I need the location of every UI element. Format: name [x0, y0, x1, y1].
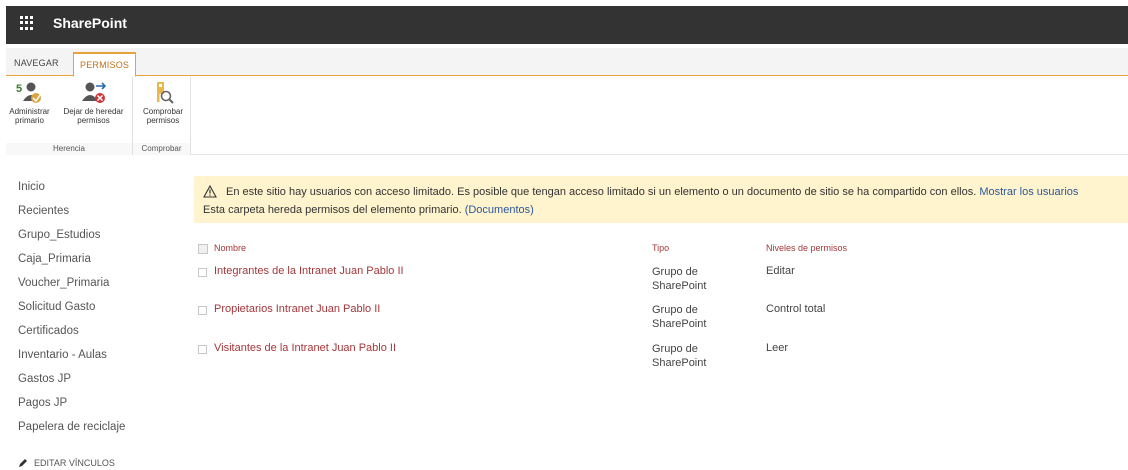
nav-item-recientes[interactable]: Recientes: [18, 204, 178, 228]
stop-inherit-button[interactable]: Dejar de heredar permisos: [55, 81, 132, 125]
edit-links-button[interactable]: EDITAR VÍNCULOS: [18, 458, 115, 468]
status-banner: En este sitio hay usuarios con acceso li…: [194, 176, 1128, 223]
pencil-icon: [19, 459, 27, 467]
check-permissions-label-1: Comprobar: [142, 107, 183, 116]
group-label-comprobar: Comprobar: [133, 143, 190, 155]
permission-level: Leer: [766, 342, 789, 354]
banner-text-2: Esta carpeta hereda permisos del element…: [203, 204, 462, 216]
nav-item-gastos-jp[interactable]: Gastos JP: [18, 372, 178, 396]
group-name-link[interactable]: Integrantes de la Intranet Juan Pablo II: [214, 265, 404, 277]
table-row[interactable]: Integrantes de la Intranet Juan Pablo II…: [198, 265, 1098, 303]
group-label-herencia: Herencia: [6, 143, 132, 155]
group-type: Grupo de SharePoint: [652, 343, 707, 369]
row-checkbox[interactable]: [198, 268, 207, 277]
banner-text-1: En este sitio hay usuarios con acceso li…: [226, 186, 977, 198]
nav-item-pagos-jp[interactable]: Pagos JP: [18, 396, 178, 420]
permission-level: Control total: [766, 303, 826, 315]
nav-item-inventario-aulas[interactable]: Inventario - Aulas: [18, 348, 178, 372]
select-all-checkbox[interactable]: [198, 244, 208, 254]
table-row[interactable]: Propietarios Intranet Juan Pablo II Grup…: [198, 303, 1098, 341]
suite-bar: SharePoint: [6, 6, 1128, 44]
nav-item-caja-primaria[interactable]: Caja_Primaria: [18, 252, 178, 276]
left-navigation: Inicio Recientes Grupo_Estudios Caja_Pri…: [18, 180, 178, 444]
brand-title[interactable]: SharePoint: [53, 15, 127, 31]
nav-item-voucher-primaria[interactable]: Voucher_Primaria: [18, 276, 178, 300]
nav-item-certificados[interactable]: Certificados: [18, 324, 178, 348]
row-checkbox[interactable]: [198, 345, 207, 354]
nav-item-grupo-estudios[interactable]: Grupo_Estudios: [18, 228, 178, 252]
svg-text:5: 5: [16, 83, 22, 95]
show-users-link[interactable]: Mostrar los usuarios: [979, 186, 1078, 198]
table-row[interactable]: Visitantes de la Intranet Juan Pablo II …: [198, 342, 1098, 380]
manage-parent-label-2: primario: [15, 116, 44, 125]
permission-level: Editar: [766, 265, 795, 277]
tab-permisos[interactable]: PERMISOS: [73, 52, 137, 77]
stop-inherit-label-1: Dejar de heredar: [63, 107, 124, 116]
warning-icon: [203, 185, 217, 198]
manage-parent-icon: 5: [16, 82, 41, 103]
manage-parent-button[interactable]: 5 Administrar primario: [6, 81, 53, 125]
ribbon-group-herencia: 5 Administrar primario Dejar de heredar …: [6, 77, 133, 155]
group-type: Grupo de SharePoint: [652, 266, 707, 292]
nav-item-papelera[interactable]: Papelera de reciclaje: [18, 420, 178, 444]
check-permissions-button[interactable]: Comprobar permisos: [137, 81, 189, 125]
column-header-niveles[interactable]: Niveles de permisos: [766, 243, 847, 253]
waffle-icon[interactable]: [20, 16, 34, 30]
ribbon-tabs: NAVEGAR PERMISOS: [6, 48, 1128, 77]
tab-navegar[interactable]: NAVEGAR: [8, 52, 65, 76]
group-name-link[interactable]: Visitantes de la Intranet Juan Pablo II: [214, 342, 396, 354]
column-header-nombre[interactable]: Nombre: [214, 243, 246, 253]
ribbon-group-comprobar: Comprobar permisos Comprobar: [133, 77, 191, 155]
nav-item-inicio[interactable]: Inicio: [18, 180, 178, 204]
nav-item-solicitud-gasto[interactable]: Solicitud Gasto: [18, 300, 178, 324]
edit-links-label: EDITAR VÍNCULOS: [34, 458, 115, 468]
documents-link[interactable]: (Documentos): [465, 204, 534, 216]
check-permissions-icon: [157, 82, 174, 104]
check-permissions-label-2: permisos: [146, 116, 180, 125]
stop-inherit-label-2: permisos: [77, 116, 110, 125]
group-type: Grupo de SharePoint: [652, 304, 707, 330]
row-checkbox[interactable]: [198, 306, 207, 315]
ribbon-body: 5 Administrar primario Dejar de heredar …: [6, 77, 1128, 155]
group-name-link[interactable]: Propietarios Intranet Juan Pablo II: [214, 303, 380, 315]
stop-inherit-icon: [81, 82, 106, 103]
manage-parent-label-1: Administrar: [9, 107, 50, 116]
column-header-tipo[interactable]: Tipo: [652, 243, 669, 253]
